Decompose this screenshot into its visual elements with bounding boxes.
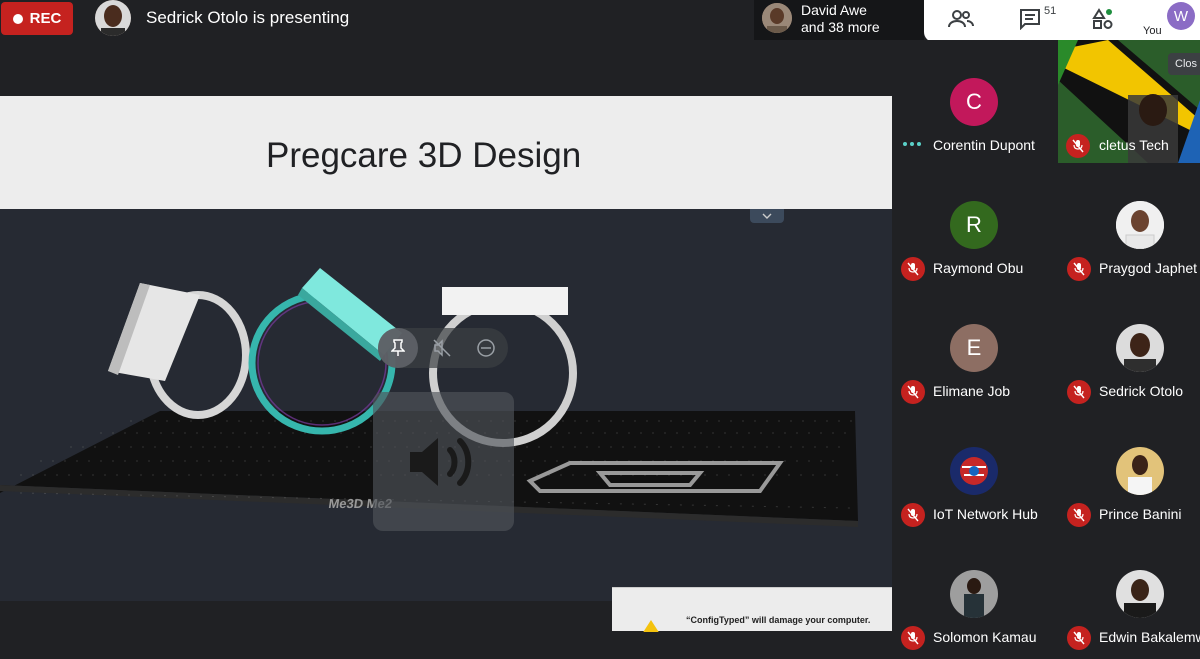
participant-tile[interactable]: C Corentin Dupont bbox=[892, 40, 1056, 160]
record-dot-icon bbox=[12, 13, 23, 24]
remove-button[interactable] bbox=[470, 332, 502, 364]
speaking-indicator-icon bbox=[903, 142, 921, 146]
participant-preview-name: David Awe bbox=[801, 2, 867, 18]
chevron-down-icon bbox=[762, 213, 772, 219]
tile-controls bbox=[378, 328, 508, 368]
participant-tile[interactable]: Praygod Japhet bbox=[1058, 163, 1200, 283]
warning-icon bbox=[643, 620, 659, 632]
participant-preview-avatar bbox=[762, 3, 792, 33]
self-label: You bbox=[1143, 25, 1162, 37]
self-avatar[interactable]: W bbox=[1167, 2, 1195, 30]
avatar: C bbox=[950, 78, 998, 126]
people-icon bbox=[948, 10, 974, 28]
speaker-icon bbox=[409, 437, 471, 486]
participant-tile[interactable]: E Elimane Job bbox=[892, 286, 1056, 406]
participant-name: Raymond Obu bbox=[933, 260, 1024, 276]
pin-button[interactable] bbox=[378, 328, 418, 368]
mic-off-icon bbox=[1067, 380, 1091, 404]
minus-circle-icon bbox=[477, 339, 495, 357]
participant-count-badge: 51 bbox=[1044, 5, 1057, 17]
mic-off-icon bbox=[901, 257, 925, 281]
mic-off-icon bbox=[1067, 626, 1091, 650]
avatar: E bbox=[950, 324, 998, 372]
avatar bbox=[950, 447, 998, 495]
avatar bbox=[950, 570, 998, 618]
slide-header: Pregcare 3D Design bbox=[0, 96, 892, 209]
participant-name: cletus Tech bbox=[1099, 137, 1169, 153]
mic-off-icon bbox=[1066, 134, 1090, 158]
warning-text: “ConfigTyped” will damage your computer. bbox=[686, 615, 871, 625]
avatar: R bbox=[950, 201, 998, 249]
mic-off-icon bbox=[1067, 503, 1091, 527]
participant-tile[interactable]: Solomon Kamau bbox=[892, 532, 1056, 652]
presenting-status: Sedrick Otolo is presenting bbox=[146, 8, 350, 27]
activities-button[interactable] bbox=[1088, 6, 1118, 32]
participant-name: Elimane Job bbox=[933, 383, 1011, 399]
presentation-stage: Pregcare 3D Design Me3D Me2 bbox=[0, 96, 892, 601]
recording-indicator[interactable]: REC bbox=[1, 2, 73, 35]
chat-button[interactable] bbox=[1015, 6, 1045, 32]
participant-tile[interactable]: IoT Network Hub bbox=[892, 409, 1056, 529]
avatar bbox=[1116, 201, 1164, 249]
pin-icon bbox=[391, 339, 405, 356]
participant-name: Corentin Dupont bbox=[933, 137, 1035, 153]
mute-icon bbox=[433, 339, 451, 357]
avatar bbox=[1116, 447, 1164, 495]
participant-tile[interactable]: R Raymond Obu bbox=[892, 163, 1056, 283]
rec-label: REC bbox=[29, 10, 62, 27]
participant-name: Praygod Japhet bbox=[1099, 260, 1198, 276]
top-bar: REC Sedrick Otolo is presenting David Aw… bbox=[0, 0, 1200, 42]
slide-title: Pregcare 3D Design bbox=[266, 136, 582, 175]
volume-overlay bbox=[373, 392, 514, 531]
mic-off-icon bbox=[901, 626, 925, 650]
participant-video-tile[interactable]: Clos cletus Tech bbox=[1058, 40, 1200, 163]
video-tile-label: cletus Tech bbox=[1058, 40, 1200, 160]
participant-tile[interactable]: Prince Banini bbox=[1058, 409, 1200, 529]
participant-name: Prince Banini bbox=[1099, 506, 1182, 522]
mic-off-icon bbox=[901, 380, 925, 404]
mute-presenter-button[interactable] bbox=[426, 332, 458, 364]
avatar bbox=[1116, 570, 1164, 618]
presenter-avatar bbox=[95, 0, 131, 36]
participant-tile[interactable]: Sedrick Otolo bbox=[1058, 286, 1200, 406]
collapse-tab[interactable] bbox=[750, 209, 784, 223]
mic-off-icon bbox=[1067, 257, 1091, 281]
chat-icon bbox=[1020, 9, 1040, 30]
participant-tile[interactable]: Edwin Bakalemwa bbox=[1058, 532, 1200, 652]
participant-name: IoT Network Hub bbox=[933, 506, 1038, 522]
white-ring-left bbox=[108, 283, 250, 419]
participants-preview[interactable]: David Awe and 38 more bbox=[754, 0, 924, 40]
activities-icon bbox=[1092, 8, 1113, 29]
participant-name: Edwin Bakalemwa bbox=[1099, 629, 1200, 645]
mic-off-icon bbox=[901, 503, 925, 527]
malware-warning-dialog: “ConfigTyped” will damage your computer. bbox=[612, 587, 892, 632]
avatar bbox=[1116, 324, 1164, 372]
participant-preview-more: and 38 more bbox=[801, 19, 880, 35]
participant-name: Solomon Kamau bbox=[933, 629, 1037, 645]
participant-name: Sedrick Otolo bbox=[1099, 383, 1184, 399]
people-button[interactable] bbox=[946, 6, 976, 32]
